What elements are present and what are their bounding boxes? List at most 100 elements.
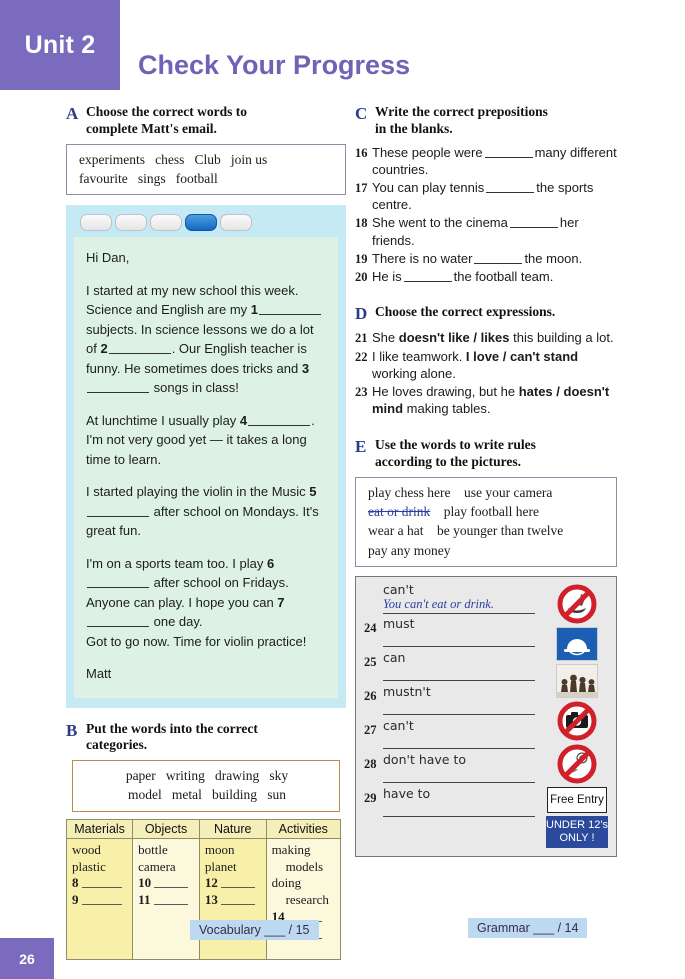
exercise-c: C Write the correct prepositions in the … <box>355 104 617 286</box>
rule-number: 25 <box>364 654 377 669</box>
cell-answer-row: 13 <box>205 892 261 909</box>
page-number: 26 <box>0 938 54 979</box>
chess-pieces-icon <box>556 663 598 698</box>
answer-blank[interactable] <box>81 876 122 889</box>
cell-item: models <box>285 858 324 874</box>
cell-answer-row: 10 <box>138 875 194 892</box>
vocabulary-score-box[interactable]: Vocabulary ___ / 15 <box>190 920 319 940</box>
rule-body: mustn't <box>383 684 546 716</box>
answer-number: 10 <box>138 875 152 891</box>
answer-number: 12 <box>204 875 218 891</box>
answer-blank[interactable] <box>221 876 256 889</box>
question-item: 20 He is the football team. <box>355 268 617 286</box>
exercise-d-letter: D <box>355 303 368 323</box>
answer-blank[interactable] <box>81 893 122 906</box>
wordbank-word: building <box>212 787 258 803</box>
email-tab-4-active[interactable] <box>185 214 217 232</box>
cell-item: moon <box>204 841 235 857</box>
question-text: These people were many different countrie… <box>372 144 617 178</box>
gap-blank-3[interactable] <box>87 379 149 394</box>
wordbank-word: metal <box>171 787 202 803</box>
rule-number <box>364 583 383 587</box>
rule-answer-blank[interactable] <box>383 769 535 784</box>
rule-number: 29 <box>364 790 377 805</box>
under-12s-only-sign: UNDER 12's ONLY ! <box>546 815 608 848</box>
cell-item: research <box>285 892 329 908</box>
rule-body: can't You can't eat or drink. <box>383 582 546 614</box>
exercise-c-questions: 16 These people were many different count… <box>355 144 617 286</box>
question-number: 22 <box>355 349 368 364</box>
rule-answer-blank[interactable] <box>383 803 535 818</box>
rule-answer-blank[interactable] <box>383 633 535 648</box>
preposition-blank[interactable] <box>509 215 558 229</box>
question-post: the football team. <box>453 269 554 285</box>
exercise-d: D Choose the correct expressions. 21 She… <box>355 304 617 418</box>
question-pre: There is no water <box>372 250 473 266</box>
question-number: 17 <box>355 181 368 196</box>
rule-body: have to <box>383 786 546 818</box>
exercise-d-heading: D Choose the correct expressions. <box>355 304 617 324</box>
rule-modal: can't <box>383 717 414 733</box>
email-greeting: Hi Dan, <box>86 250 130 266</box>
email-tab-1[interactable] <box>80 214 112 232</box>
exercise-c-letter: C <box>355 104 368 123</box>
email-tab-3[interactable] <box>150 214 182 232</box>
question-text: There is no water the moon. <box>372 250 617 267</box>
exercise-b-letter: B <box>66 720 78 740</box>
gap-blank-2[interactable] <box>108 340 171 355</box>
email-text: songs in class! <box>153 380 239 396</box>
email-text: one day. <box>153 614 203 630</box>
question-number: 20 <box>355 270 368 285</box>
wordbank-word: paper <box>125 768 156 784</box>
exercise-d-title: Choose the correct expressions. <box>375 303 556 319</box>
gap-blank-4[interactable] <box>248 412 311 426</box>
gap-blank-7[interactable] <box>87 613 149 628</box>
email-tab-bar <box>74 212 338 237</box>
question-pre: You can play tennis <box>372 180 485 196</box>
wordbank-row: favourite sings football <box>79 169 335 188</box>
email-tab-2[interactable] <box>115 214 147 232</box>
wordbank-row: experiments chess Club join us <box>79 150 335 169</box>
answer-blank[interactable] <box>221 893 256 906</box>
wordbank-word: drawing <box>215 768 260 784</box>
preposition-blank[interactable] <box>403 269 452 283</box>
gap-blank-6[interactable] <box>87 574 149 589</box>
no-eating-drinking-icon <box>557 584 597 624</box>
exercise-c-title: Write the correct prepositions in the bl… <box>375 104 548 138</box>
rule-row: 28 don't have to <box>364 752 546 787</box>
rule-row: 26 mustn't <box>364 684 546 719</box>
rule-answer-blank[interactable] <box>383 735 535 750</box>
answer-blank[interactable] <box>153 893 188 906</box>
question-post: making tables. <box>403 401 491 417</box>
gap-blank-1[interactable] <box>259 301 322 316</box>
rule-answer-blank[interactable] <box>383 667 535 682</box>
answer-number: 9 <box>72 892 79 908</box>
wordbank-word: wear a hat <box>368 523 424 539</box>
free-entry-sign: Free Entry <box>547 786 607 813</box>
preposition-blank[interactable] <box>474 251 523 264</box>
answer-choice[interactable]: I love / can't stand <box>466 349 578 364</box>
question-text: She went to the cinema her friends. <box>372 214 617 248</box>
answer-choice[interactable]: doesn't like / likes <box>399 330 510 345</box>
gap-number-7: 7 <box>277 594 285 610</box>
email-tab-5[interactable] <box>220 214 252 232</box>
question-text: I like teamwork. I love / can't stand wo… <box>372 348 617 382</box>
cell-item: wood <box>72 841 101 857</box>
gap-blank-5[interactable] <box>87 503 149 517</box>
wordbank-word: play chess here <box>368 485 451 501</box>
answer-blank[interactable] <box>154 876 189 889</box>
grammar-score-box[interactable]: Grammar ___ / 14 <box>468 918 588 938</box>
wordbank-row: wear a hat be younger than twelve <box>368 521 606 540</box>
answer-number: 13 <box>204 892 218 908</box>
question-pre: He loves drawing, but he <box>372 384 519 400</box>
table-row: wood plastic 8 9 bottle camera 10 11 moo… <box>65 837 342 960</box>
preposition-blank[interactable] <box>484 145 533 158</box>
exercise-b-wordbank: paper writing drawing sky model metal bu… <box>72 760 340 812</box>
preposition-blank[interactable] <box>486 180 535 194</box>
email-paragraph-4: I'm on a sports team too. I play 6 after… <box>86 554 326 652</box>
unit-badge: Unit 2 <box>0 0 120 90</box>
rule-answer-blank[interactable] <box>383 701 535 716</box>
gap-number-1: 1 <box>250 302 259 318</box>
no-football-icon <box>557 744 597 784</box>
column-header-activities: Activities <box>265 818 342 839</box>
